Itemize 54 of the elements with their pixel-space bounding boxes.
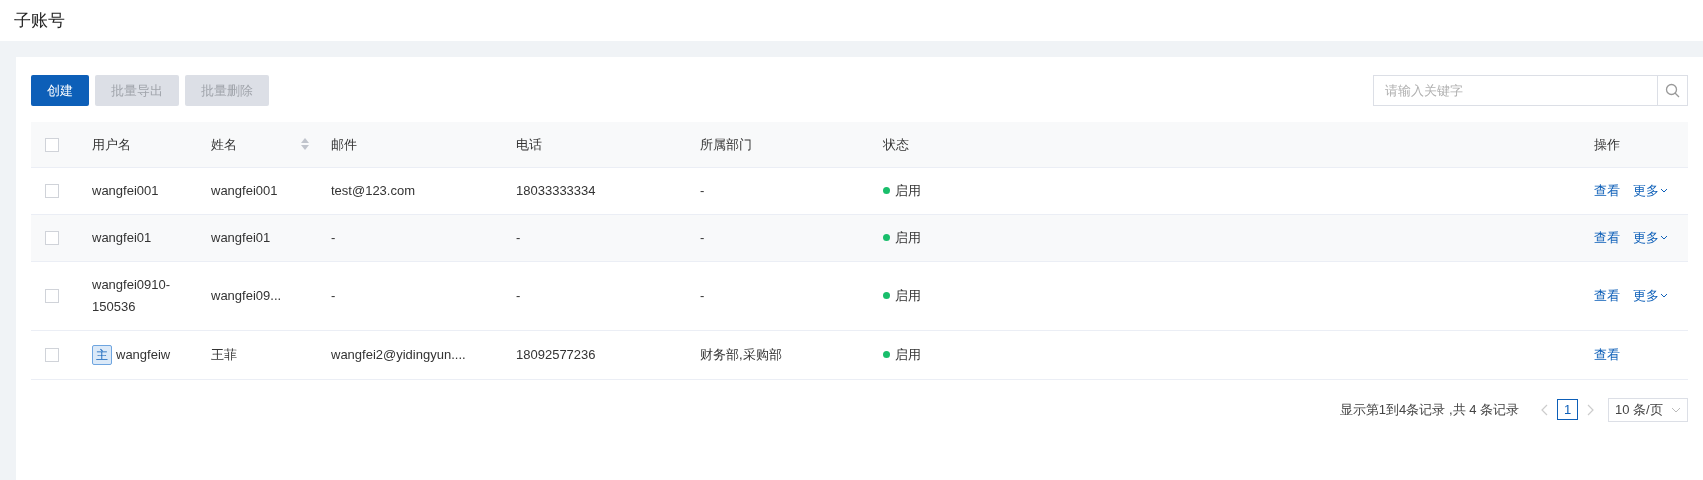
table-cell-text: 王菲	[211, 345, 237, 364]
column-header: 状态	[883, 135, 909, 154]
checkbox[interactable]	[45, 348, 59, 363]
table-cell-text: wangfei001	[92, 181, 159, 200]
column-header: 电话	[516, 135, 542, 154]
column-header: 用户名	[92, 135, 131, 154]
table-cell-text: -	[700, 286, 705, 305]
table-cell-text: wangfei2@yidingyun....	[331, 345, 466, 364]
search-button[interactable]	[1658, 75, 1688, 106]
primary-badge: 主	[92, 344, 112, 365]
page-title: 子账号	[14, 9, 65, 32]
caret-icon	[1671, 406, 1681, 413]
table-cell-text: -	[516, 286, 521, 305]
more-menu-link[interactable]: 更多	[1633, 180, 1668, 201]
table-cell-text: wangfei01	[211, 228, 271, 247]
table-cell-text: -	[516, 228, 521, 247]
column-header: 邮件	[331, 135, 357, 154]
record-summary: 显示第1到4条记录 ,共 4 条记录	[1339, 400, 1519, 419]
page-button[interactable]: 1	[1557, 399, 1578, 420]
more-menu-link[interactable]: 更多	[1633, 285, 1668, 306]
table-cell-text: test@123.com	[331, 181, 415, 200]
toolbar-button[interactable]: 创建	[31, 75, 89, 106]
view-link[interactable]: 查看	[1594, 285, 1620, 306]
more-menu-link[interactable]: 更多	[1633, 227, 1668, 248]
table-cell-text: wangfei0910-150536	[92, 275, 172, 316]
table-cell-text: -	[331, 228, 336, 247]
view-link[interactable]: 查看	[1594, 227, 1620, 248]
table-cell-text: wangfeiw	[116, 345, 171, 364]
status-text: 启用	[895, 345, 921, 364]
search-icon	[1665, 83, 1680, 98]
sort-icon[interactable]	[301, 138, 309, 151]
page-size-select[interactable]: 10 条/页	[1608, 397, 1688, 422]
status-text: 启用	[895, 228, 921, 247]
column-header: 操作	[1594, 135, 1620, 154]
table-cell-text: 18033333334	[516, 181, 596, 200]
view-link[interactable]: 查看	[1594, 344, 1620, 365]
checkbox[interactable]	[45, 184, 59, 199]
status-text: 启用	[895, 286, 921, 305]
column-header: 所属部门	[700, 135, 752, 154]
column-header: 姓名	[211, 135, 237, 154]
view-link[interactable]: 查看	[1594, 180, 1620, 201]
checkbox[interactable]	[45, 231, 59, 246]
table-cell-text: wangfei01	[92, 228, 152, 247]
table-cell-text: -	[331, 286, 336, 305]
table-cell-text: 18092577236	[516, 345, 596, 364]
search-field[interactable]: 请输入关键字	[1373, 75, 1658, 106]
table-cell-text: wangfei001	[211, 181, 278, 200]
table-cell-text: -	[700, 228, 705, 247]
checkbox[interactable]	[45, 289, 59, 304]
status-text: 启用	[895, 181, 921, 200]
table-cell-text: 财务部,采购部	[700, 345, 782, 364]
table-cell-text: -	[700, 181, 705, 200]
table-cell-text: wangfei09...	[211, 286, 282, 305]
checkbox[interactable]	[45, 138, 59, 153]
